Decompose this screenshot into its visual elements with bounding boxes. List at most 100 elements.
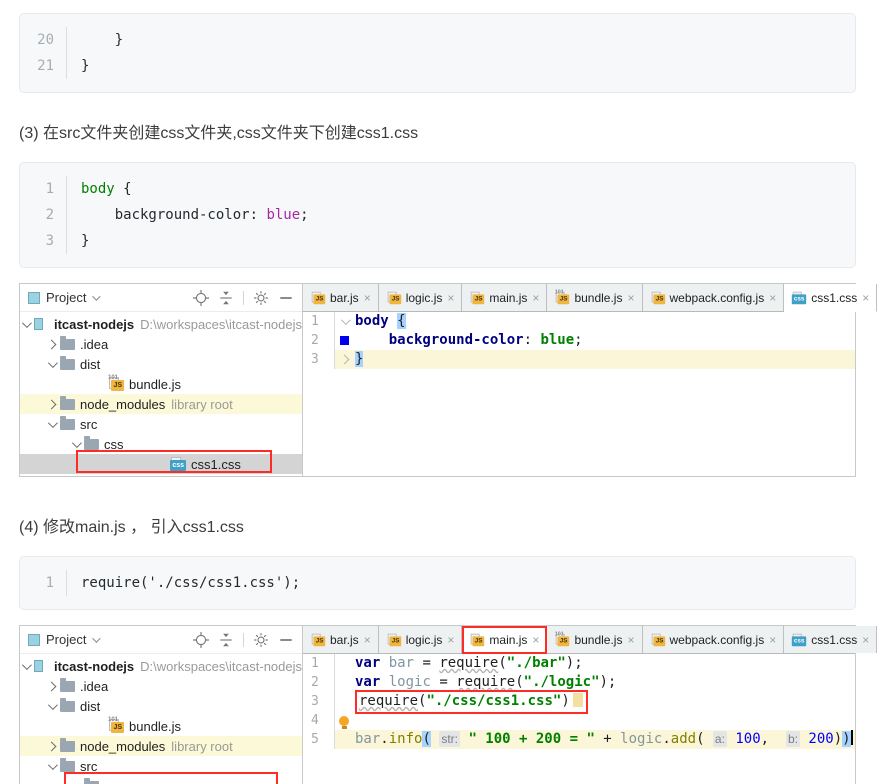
js-file-icon: JS [387,291,401,304]
chevron-down-icon[interactable] [71,779,82,784]
js101-file-icon: 101 JS [108,375,124,391]
tree-item-css1.css[interactable]: css css1.css [20,454,302,474]
close-icon[interactable]: × [769,292,776,304]
chevron-right-icon[interactable] [46,339,57,349]
document-page: 20 } 21} (3) 在src文件夹创建css文件夹,css文件夹下创建css… [0,0,877,784]
close-icon[interactable]: × [862,634,869,646]
tree-item-.idea[interactable]: .idea [20,334,302,354]
editor-tab-css1.css[interactable]: css css1.css × [784,284,877,312]
tree-item-itcast-nodejs[interactable]: itcast-nodejs D:\workspaces\itcast-nodejs [20,656,302,676]
chevron-right-icon[interactable] [46,741,57,751]
editor-tab-main.js[interactable]: JS main.js × [462,626,548,654]
code-text: } [66,27,855,53]
chevron-down-icon[interactable] [21,317,32,328]
tree-item-bundle.js[interactable]: 101 JS bundle.js [20,374,302,394]
editor-tab-logic.js[interactable]: JS logic.js × [378,284,463,311]
folder-icon [84,777,99,784]
project-panel-title[interactable]: Project [46,290,86,305]
tree-item-bundle.js[interactable]: 101 JS bundle.js [20,716,302,736]
editor-tab-bar: JS bar.js × JS logic.js × JS main.js × 101 JS bundl… [303,626,877,654]
chevron-right-icon[interactable] [46,681,57,691]
css-file-icon: css [170,457,186,471]
editor-tab-bar.js[interactable]: JS bar.js × [303,626,379,653]
tree-item-label: bundle.js [129,376,182,392]
code-text: body { [66,176,855,202]
close-icon[interactable]: × [532,292,539,304]
code-text: } [66,53,855,79]
hide-panel-icon[interactable] [278,632,294,648]
color-swatch-blue [339,336,349,345]
editor-area: JS bar.js × JS logic.js × JS main.js × 101 JS bundl… [303,626,877,784]
step-3-heading: (3) 在src文件夹创建css文件夹,css文件夹下创建css1.css [19,125,419,142]
close-icon[interactable]: × [862,292,869,304]
code-editor[interactable]: 1 var bar = require("./bar"); 2 var logic =… [303,654,855,784]
fold-icon[interactable] [340,315,351,326]
line-number: 2 [45,207,54,223]
tree-item-src[interactable]: src [20,414,302,434]
code-text: require('./css/css1.css'); [66,570,855,596]
tree-item-label: itcast-nodejs [53,658,135,674]
tree-item-css[interactable]: css [20,776,302,784]
tree-item-label: css [104,779,124,784]
chevron-right-icon[interactable] [46,399,57,409]
toolbar-divider [243,290,244,305]
hide-panel-icon[interactable] [278,290,294,306]
editor-tab-logic.js[interactable]: JS logic.js × [378,626,463,653]
close-icon[interactable]: × [627,292,634,304]
editor-tab-main.js[interactable]: JS main.js × [462,284,548,311]
collapse-all-icon[interactable] [218,632,234,648]
close-icon[interactable]: × [364,292,371,304]
folder-icon [60,395,75,410]
tree-item-note: library root [171,396,233,412]
project-panel-title[interactable]: Project [46,632,86,647]
editor-gutter-cell [335,312,353,331]
chevron-down-icon[interactable] [47,357,58,368]
close-icon[interactable]: × [532,634,539,646]
chevron-down-icon[interactable] [47,759,58,770]
chevron-down-icon[interactable] [47,699,58,710]
tab-label: bar.js [330,290,359,305]
gear-icon[interactable] [253,632,269,648]
editor-tab-bundle.js[interactable]: 101 JS bundle.js × [547,626,643,653]
close-icon[interactable]: × [364,634,371,646]
editor-line: 3 require("./css/css1.css") [303,690,855,714]
tree-item-itcast-nodejs[interactable]: itcast-nodejs D:\workspaces\itcast-nodejs [20,314,302,334]
close-icon[interactable]: × [627,634,634,646]
editor-line-number: 2 [303,673,335,692]
editor-tab-bar.js[interactable]: JS bar.js × [303,284,379,311]
chevron-down-icon[interactable] [71,437,82,448]
close-icon[interactable]: × [769,634,776,646]
editor-gutter-cell [335,350,353,369]
intention-bulb-icon[interactable] [339,715,349,729]
collapse-all-icon[interactable] [218,290,234,306]
code-line: 21} [20,53,855,79]
tab-label: main.js [489,290,528,305]
editor-area: JS bar.js × JS logic.js × JS main.js × 101 JS bundl… [303,284,877,476]
editor-tab-webpack.config.js[interactable]: JS webpack.config.js × [642,284,785,311]
locate-icon[interactable] [193,631,209,648]
chevron-down-icon[interactable] [92,291,102,301]
tree-item-dist[interactable]: dist [20,696,302,716]
chevron-down-icon[interactable] [21,659,32,670]
locate-icon[interactable] [193,289,209,306]
tree-item-.idea[interactable]: .idea [20,676,302,696]
editor-tab-css1.css[interactable]: css css1.css × [784,626,877,653]
code-editor[interactable]: 1 body {2 background-color: blue; 3} [303,312,855,476]
tab-label: logic.js [405,632,443,647]
editor-tab-bundle.js[interactable]: 101 JS bundle.js × [547,284,643,311]
chevron-down-icon[interactable] [92,633,102,643]
editor-line-number: 1 [303,312,335,331]
tree-item-node_modules[interactable]: node_modules library root [20,736,302,756]
chevron-down-icon[interactable] [47,417,58,428]
tree-item-dist[interactable]: dist [20,354,302,374]
tree-item-node_modules[interactable]: node_modules library root [20,394,302,414]
editor-line-number: 3 [303,350,335,369]
tree-item-src[interactable]: src [20,756,302,776]
close-icon[interactable]: × [447,634,454,646]
gear-icon[interactable] [253,290,269,306]
editor-tab-webpack.config.js[interactable]: JS webpack.config.js × [642,626,785,653]
close-icon[interactable]: × [447,292,454,304]
fold-icon[interactable] [339,354,349,365]
tree-item-note: library root [171,738,233,754]
tree-item-css[interactable]: css [20,434,302,454]
